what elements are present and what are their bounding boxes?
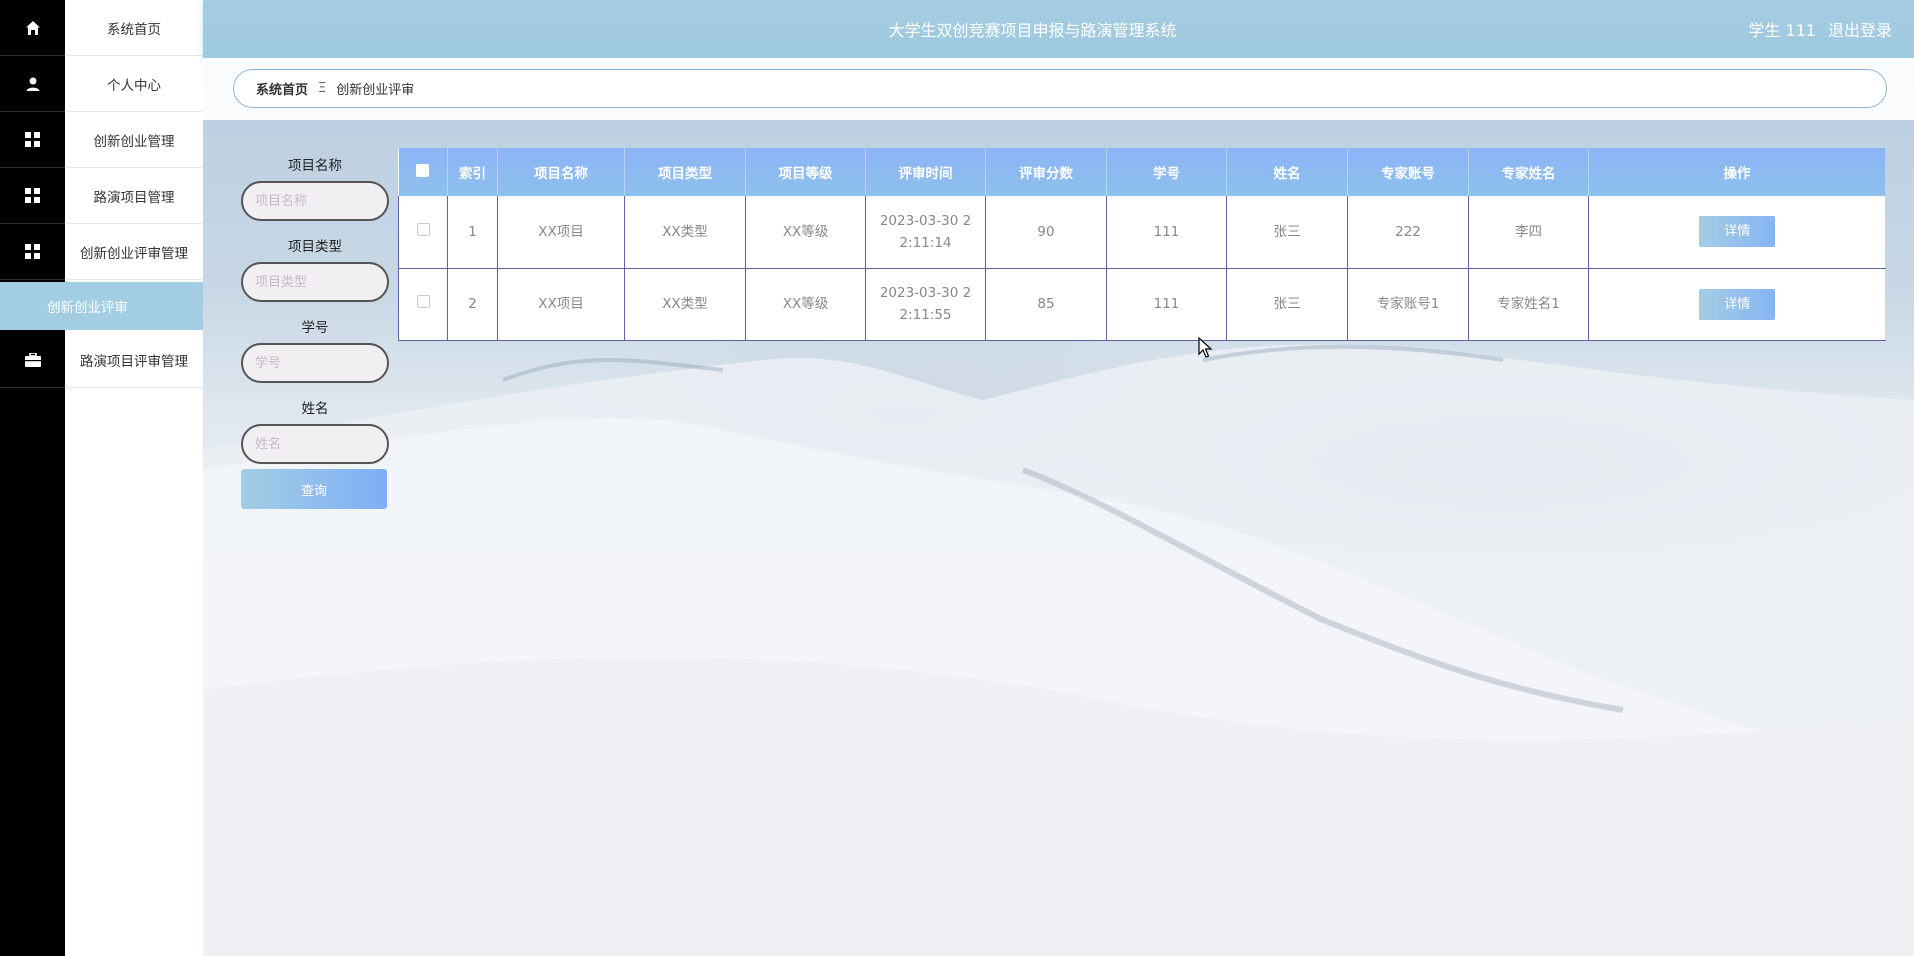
row-checkbox[interactable]: [416, 295, 430, 308]
user-icon: [0, 56, 65, 112]
project-type-input[interactable]: [241, 262, 389, 302]
search-button[interactable]: 查询: [241, 469, 387, 509]
grid-icon: [0, 168, 65, 224]
student-name-label: 姓名: [301, 401, 329, 417]
cell-score: 85: [985, 268, 1107, 341]
sidebar-item-label: 创新创业评审管理: [65, 224, 203, 280]
current-user: 学生 111: [1748, 21, 1816, 40]
column-header: 项目名称: [497, 148, 625, 196]
sidebar-item-innovation-review[interactable]: 创新创业评审管理: [0, 224, 203, 280]
user-area: 学生 111 退出登录: [1748, 0, 1892, 58]
sidebar-subitem-label: 创新创业评审: [47, 300, 128, 316]
column-header: 专家姓名: [1468, 148, 1589, 196]
column-header: 操作: [1588, 148, 1886, 196]
sidebar-item-profile[interactable]: 个人中心: [0, 56, 203, 112]
cell-review-time: 2023-03-30 2 2:11:55: [865, 268, 986, 341]
cell-action: 详情: [1588, 196, 1886, 269]
select-all-checkbox[interactable]: [416, 163, 430, 177]
select-all-cell: [398, 148, 448, 196]
review-time-line2: 2:11:55: [899, 307, 952, 323]
breadcrumb-separator: Ξ: [318, 81, 327, 96]
column-header: 索引: [447, 148, 498, 196]
sidebar-item-label: 系统首页: [65, 0, 203, 56]
project-name-input[interactable]: [241, 181, 389, 221]
table-row: 1 XX项目 XX类型 XX等级 2023-03-30 2 2:11:14 90 …: [398, 196, 1886, 269]
column-header: 项目类型: [624, 148, 746, 196]
cell-expert-account: 专家账号1: [1347, 268, 1469, 341]
breadcrumb-current: 创新创业评审: [336, 83, 415, 98]
cell-index: 2: [447, 268, 498, 341]
project-type-label: 项目类型: [288, 239, 342, 255]
review-time-line1: 2023-03-30 2: [879, 212, 972, 229]
home-icon: [0, 0, 65, 56]
sidebar-item-label: 个人中心: [65, 56, 203, 112]
student-no-input[interactable]: [241, 343, 389, 383]
grid-icon: [0, 224, 65, 280]
logout-link[interactable]: 退出登录: [1828, 17, 1892, 41]
column-header: 评审分数: [985, 148, 1107, 196]
sidebar-item-roadshow[interactable]: 路演项目管理: [0, 168, 203, 224]
column-header: 项目等级: [745, 148, 866, 196]
sidebar-item-label: 创新创业管理: [65, 112, 203, 168]
table-row: 2 XX项目 XX类型 XX等级 2023-03-30 2 2:11:55 85 …: [398, 268, 1886, 341]
sidebar-item-home[interactable]: 系统首页: [0, 0, 203, 56]
cell-project-type: XX类型: [624, 196, 746, 269]
cell-project-name: XX项目: [497, 268, 625, 341]
cell-expert-account: 222: [1347, 196, 1469, 269]
student-no-label: 学号: [301, 320, 329, 336]
row-checkbox[interactable]: [416, 222, 430, 236]
column-header: 专家账号: [1347, 148, 1469, 196]
breadcrumb: 系统首页 Ξ 创新创业评审: [233, 69, 1887, 108]
cell-student-name: 张三: [1226, 196, 1348, 269]
cell-student-no: 111: [1106, 196, 1227, 269]
cell-student-no: 111: [1106, 268, 1227, 341]
breadcrumb-bar: 系统首页 Ξ 创新创业评审: [203, 58, 1914, 120]
row-select-cell: [398, 196, 448, 269]
column-header: 姓名: [1226, 148, 1348, 196]
sidebar-item-label: 路演项目评审管理: [65, 332, 203, 388]
breadcrumb-home-link[interactable]: 系统首页: [256, 79, 308, 98]
review-table: 索引 项目名称 项目类型 项目等级 评审时间 评审分数 学号 姓名 专家账号 专…: [398, 148, 1886, 341]
project-name-label: 项目名称: [288, 158, 342, 174]
cell-expert-name: 专家姓名1: [1468, 268, 1589, 341]
cell-score: 90: [985, 196, 1107, 269]
cell-student-name: 张三: [1226, 268, 1348, 341]
table-header-row: 索引 项目名称 项目类型 项目等级 评审时间 评审分数 学号 姓名 专家账号 专…: [398, 148, 1886, 196]
sidebar-item-label: 路演项目管理: [65, 168, 203, 224]
search-panel: 项目名称 项目类型 学号 姓名 查询: [241, 157, 389, 509]
top-header: 大学生双创竞赛项目申报与路演管理系统 学生 111 退出登录: [203, 0, 1914, 58]
cell-index: 1: [447, 196, 498, 269]
detail-button[interactable]: 详情: [1699, 288, 1776, 320]
cell-review-time: 2023-03-30 2 2:11:14: [865, 196, 986, 269]
column-header: 评审时间: [865, 148, 986, 196]
cell-project-level: XX等级: [745, 268, 866, 341]
mouse-cursor-icon: [1198, 337, 1213, 358]
app-title: 大学生双创竞赛项目申报与路演管理系统: [888, 21, 1177, 40]
column-header: 学号: [1106, 148, 1227, 196]
cell-project-level: XX等级: [745, 196, 866, 269]
row-select-cell: [398, 268, 448, 341]
detail-button[interactable]: 详情: [1699, 216, 1776, 248]
cell-action: 详情: [1588, 268, 1886, 341]
review-time-line1: 2023-03-30 2: [879, 285, 972, 301]
review-time-line2: 2:11:14: [899, 234, 952, 251]
sidebar-subitem-innovation-review[interactable]: 创新创业评审: [0, 282, 203, 330]
grid-icon: [0, 112, 65, 168]
cell-expert-name: 李四: [1468, 196, 1589, 269]
student-name-input[interactable]: [241, 424, 389, 464]
cell-project-type: XX类型: [624, 268, 746, 341]
snow-hills-illustration: [203, 344, 1914, 956]
briefcase-icon: [0, 332, 65, 388]
sidebar-item-innovation[interactable]: 创新创业管理: [0, 112, 203, 168]
cell-project-name: XX项目: [497, 196, 625, 269]
sidebar-item-roadshow-review[interactable]: 路演项目评审管理: [0, 332, 203, 388]
